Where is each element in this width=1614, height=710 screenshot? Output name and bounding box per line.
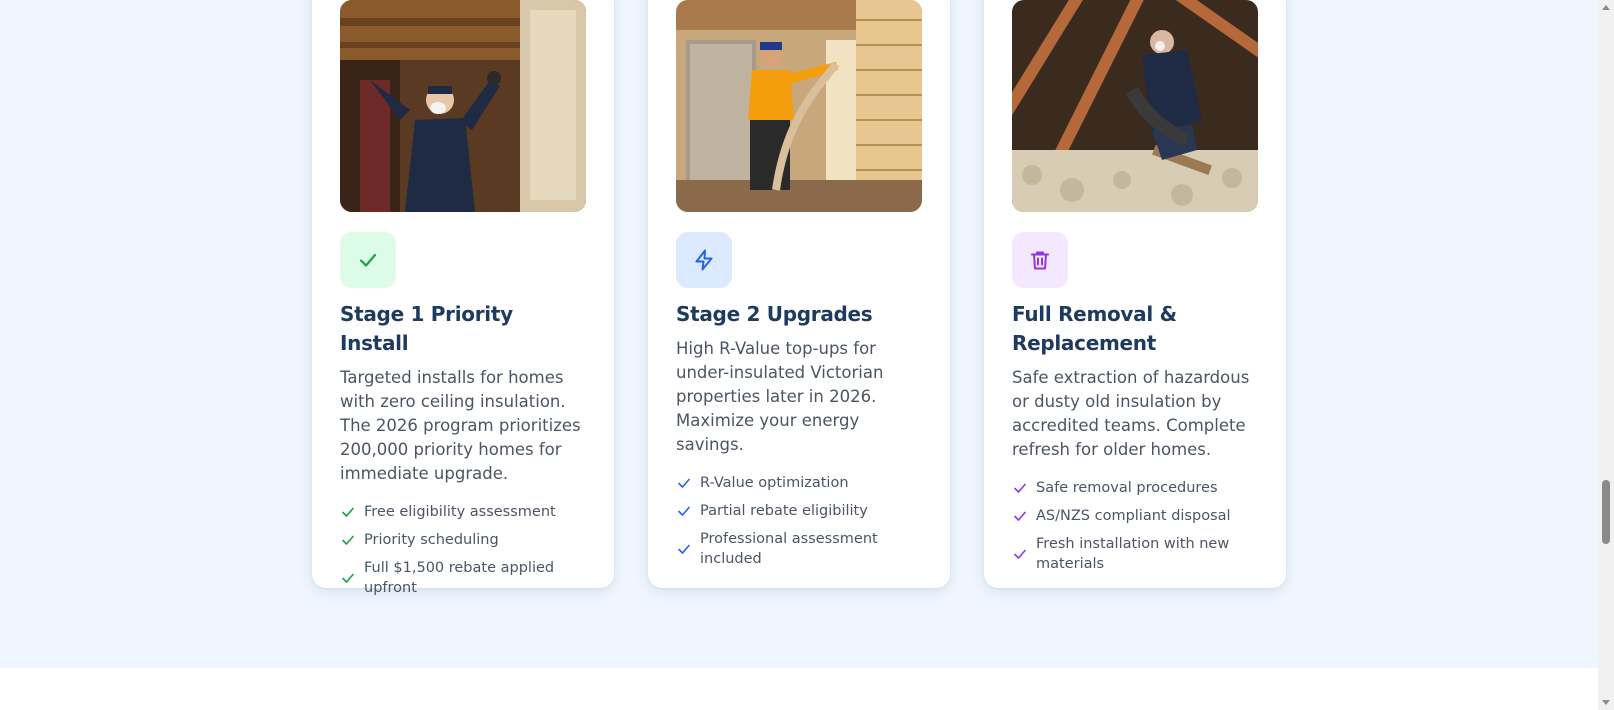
installer-in-ceiling-photo: [340, 0, 586, 212]
next-section: [0, 668, 1598, 710]
service-card-stage-1: Stage 1 Priority Install Targeted instal…: [312, 0, 614, 596]
feature-item: Safe removal procedures: [1012, 478, 1258, 498]
feature-list: R-Value optimization Partial rebate elig…: [676, 473, 922, 569]
check-icon: [342, 507, 354, 517]
feature-label: Free eligibility assessment: [364, 504, 556, 520]
services-section: Stage 1 Priority Install Targeted instal…: [0, 0, 1598, 668]
feature-label: Fresh installation with new materials: [1036, 536, 1230, 572]
check-icon: [342, 535, 354, 545]
feature-label: AS/NZS compliant disposal: [1036, 508, 1231, 524]
scrollbar-thumb[interactable]: [1602, 480, 1610, 544]
check-icon: [678, 544, 690, 554]
check-icon: [342, 573, 354, 583]
page: Stage 1 Priority Install Targeted instal…: [0, 0, 1614, 710]
service-card-removal: Full Removal & Replacement Safe extracti…: [984, 0, 1286, 588]
feature-item: Full $1,500 rebate applied upfront: [340, 558, 586, 598]
check-icon: [678, 506, 690, 516]
scroll-up-arrow-icon[interactable]: [1601, 3, 1611, 13]
feature-item: AS/NZS compliant disposal: [1012, 506, 1258, 526]
check-icon: [359, 253, 377, 267]
check-icon: [678, 478, 690, 488]
feature-item: Partial rebate eligibility: [676, 501, 922, 521]
feature-item: R-Value optimization: [676, 473, 922, 493]
check-icon-tile: [340, 232, 396, 288]
feature-label: Partial rebate eligibility: [700, 503, 868, 519]
lightning-icon-tile: [676, 232, 732, 288]
removal-in-roof-space-photo: [1012, 0, 1258, 212]
vertical-scrollbar[interactable]: [1598, 0, 1614, 710]
feature-label: Full $1,500 rebate applied upfront: [364, 560, 555, 596]
card-title: Stage 2 Upgrades: [676, 302, 873, 326]
feature-item: Priority scheduling: [340, 530, 586, 550]
check-icon: [1014, 549, 1026, 559]
feature-item: Fresh installation with new materials: [1012, 534, 1258, 574]
feature-list: Free eligibility assessment Priority sch…: [340, 502, 586, 598]
scroll-down-arrow-icon[interactable]: [1601, 697, 1611, 707]
installer-at-window-photo: [676, 0, 922, 212]
service-card-stage-2: Stage 2 Upgrades High R-Value top-ups fo…: [648, 0, 950, 588]
feature-label: R-Value optimization: [700, 475, 849, 491]
feature-item: Professional assessment included: [676, 529, 922, 569]
card-title: Full Removal & Replacement: [1012, 302, 1177, 355]
check-icon: [1014, 511, 1026, 521]
feature-label: Priority scheduling: [364, 532, 499, 548]
check-icon: [1014, 483, 1026, 493]
feature-label: Professional assessment included: [700, 531, 878, 567]
card-description: Targeted installs for homes with zero ce…: [340, 368, 581, 483]
feature-list: Safe removal procedures AS/NZS compliant…: [1012, 478, 1258, 574]
feature-item: Free eligibility assessment: [340, 502, 586, 522]
feature-label: Safe removal procedures: [1036, 480, 1218, 496]
lightning-icon: [695, 249, 713, 271]
trash-icon: [1031, 251, 1049, 270]
card-title: Stage 1 Priority Install: [340, 302, 513, 355]
card-description: Safe extraction of hazardous or dusty ol…: [1012, 368, 1250, 459]
trash-icon-tile: [1012, 232, 1068, 288]
card-description: High R-Value top-ups for under-insulated…: [676, 339, 884, 454]
